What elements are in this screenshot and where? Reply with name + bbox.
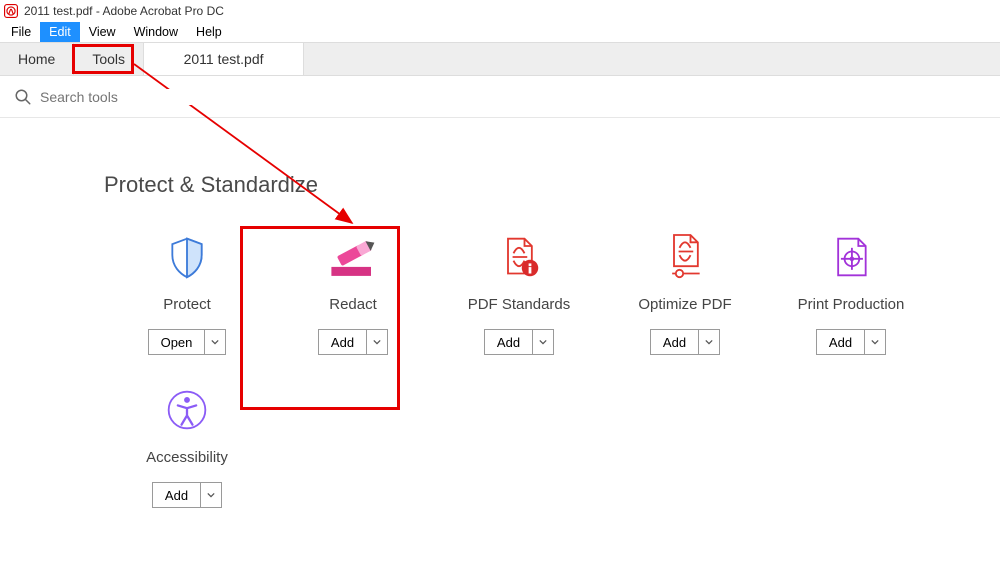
accessibility-icon: [158, 385, 216, 435]
pdf-info-icon: [490, 232, 548, 282]
add-dropdown[interactable]: [367, 330, 387, 354]
tool-label: Protect: [163, 296, 211, 313]
add-split-button: Add: [816, 329, 886, 355]
tool-protect[interactable]: Protect Open: [104, 232, 270, 355]
add-button[interactable]: Add: [485, 330, 533, 354]
menu-help[interactable]: Help: [187, 22, 231, 42]
shield-icon: [158, 232, 216, 282]
add-split-button: Add: [318, 329, 388, 355]
tool-pdf-standards[interactable]: PDF Standards Add: [436, 232, 602, 355]
add-dropdown[interactable]: [533, 330, 553, 354]
tab-home[interactable]: Home: [0, 43, 74, 75]
print-target-icon: [822, 232, 880, 282]
tabbar: Home Tools 2011 test.pdf: [0, 42, 1000, 76]
menu-edit[interactable]: Edit: [40, 22, 80, 42]
window-title: 2011 test.pdf - Adobe Acrobat Pro DC: [24, 4, 224, 18]
content-area: Protect & Standardize Protect Open: [0, 118, 1000, 538]
tool-label: Redact: [329, 296, 377, 313]
acrobat-icon: [4, 4, 18, 18]
tool-print-production[interactable]: Print Production Add: [768, 232, 934, 355]
tab-tools[interactable]: Tools: [74, 43, 144, 75]
section-title: Protect & Standardize: [104, 172, 1000, 198]
open-button[interactable]: Open: [149, 330, 206, 354]
add-split-button: Add: [650, 329, 720, 355]
tool-optimize-pdf[interactable]: Optimize PDF Add: [602, 232, 768, 355]
add-dropdown[interactable]: [201, 483, 221, 507]
search-input[interactable]: [40, 89, 986, 105]
searchbar: [0, 76, 1000, 118]
tab-document[interactable]: 2011 test.pdf: [144, 43, 304, 75]
tool-row-1: Protect Open Redact Add: [104, 232, 1000, 385]
add-button[interactable]: Add: [153, 483, 201, 507]
add-split-button: Add: [484, 329, 554, 355]
tool-label: Print Production: [798, 296, 905, 313]
menu-window[interactable]: Window: [125, 22, 187, 42]
tool-row-2: Accessibility Add: [104, 385, 1000, 538]
open-split-button: Open: [148, 329, 227, 355]
add-dropdown[interactable]: [865, 330, 885, 354]
search-icon: [14, 88, 32, 106]
window-titlebar: 2011 test.pdf - Adobe Acrobat Pro DC: [0, 0, 1000, 22]
menu-file[interactable]: File: [2, 22, 40, 42]
add-split-button: Add: [152, 482, 222, 508]
add-dropdown[interactable]: [699, 330, 719, 354]
add-button[interactable]: Add: [651, 330, 699, 354]
add-button[interactable]: Add: [319, 330, 367, 354]
pdf-optimize-icon: [656, 232, 714, 282]
tool-label: PDF Standards: [468, 296, 571, 313]
tool-redact[interactable]: Redact Add: [270, 232, 436, 355]
tool-label: Optimize PDF: [638, 296, 731, 313]
add-button[interactable]: Add: [817, 330, 865, 354]
menu-view[interactable]: View: [80, 22, 125, 42]
eraser-icon: [324, 232, 382, 282]
menubar: File Edit View Window Help: [0, 22, 1000, 42]
tool-accessibility[interactable]: Accessibility Add: [104, 385, 270, 508]
tool-label: Accessibility: [146, 449, 228, 466]
open-dropdown[interactable]: [205, 330, 225, 354]
